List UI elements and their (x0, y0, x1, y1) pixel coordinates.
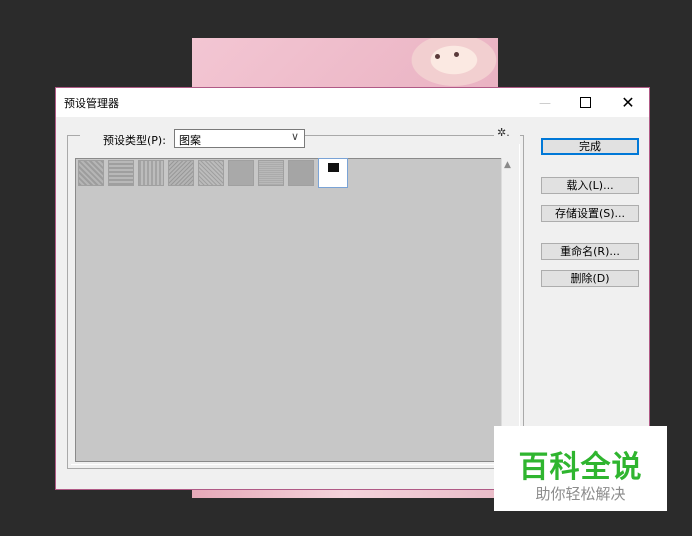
done-button[interactable]: 完成 (541, 138, 639, 155)
watermark: 百科全说 助你轻松解决 (494, 426, 667, 511)
vertical-scrollbar[interactable]: ▲ (501, 158, 518, 462)
preset-type-dropdown[interactable]: 图案 ∨ (174, 129, 305, 148)
dialog-title: 预设管理器 (64, 97, 119, 110)
rename-button[interactable]: 重命名(R)... (541, 243, 639, 260)
gear-icon[interactable]: ✲. (497, 126, 510, 139)
pattern-swatch-6[interactable] (228, 160, 254, 186)
black-pattern-thumbnail (328, 163, 339, 172)
pattern-swatch-8[interactable] (288, 160, 314, 186)
preset-type-value: 图案 (179, 134, 201, 147)
pattern-swatch-9-selected[interactable] (318, 158, 348, 188)
plush-eye-right (454, 52, 459, 57)
save-settings-button[interactable]: 存储设置(S)... (541, 205, 639, 222)
minimize-icon: — (539, 95, 551, 110)
preset-list[interactable] (75, 158, 502, 462)
maximize-icon (579, 97, 591, 108)
pattern-swatch-2[interactable] (108, 160, 134, 186)
pattern-swatch-1[interactable] (78, 160, 104, 186)
scroll-up-icon[interactable]: ▲ (504, 160, 511, 170)
load-button[interactable]: 载入(L)... (541, 177, 639, 194)
preset-type-label: 预设类型(P): (103, 134, 166, 147)
pattern-swatch-4[interactable] (168, 160, 194, 186)
delete-button[interactable]: 删除(D) (541, 270, 639, 287)
maximize-button[interactable] (566, 88, 604, 117)
pattern-swatch-7[interactable] (258, 160, 284, 186)
close-icon: ✕ (621, 93, 635, 112)
close-button[interactable]: ✕ (609, 88, 647, 117)
plush-eye-left (435, 54, 440, 59)
pattern-swatch-5[interactable] (198, 160, 224, 186)
chevron-down-icon: ∨ (290, 130, 299, 143)
plush-toy-image (400, 38, 498, 93)
titlebar[interactable]: 预设管理器 — ✕ (56, 88, 649, 117)
pattern-swatch-3[interactable] (138, 160, 164, 186)
minimize-button[interactable]: — (526, 88, 564, 117)
watermark-title: 百科全说 (518, 450, 643, 485)
watermark-subtitle: 助你轻松解决 (535, 485, 626, 503)
